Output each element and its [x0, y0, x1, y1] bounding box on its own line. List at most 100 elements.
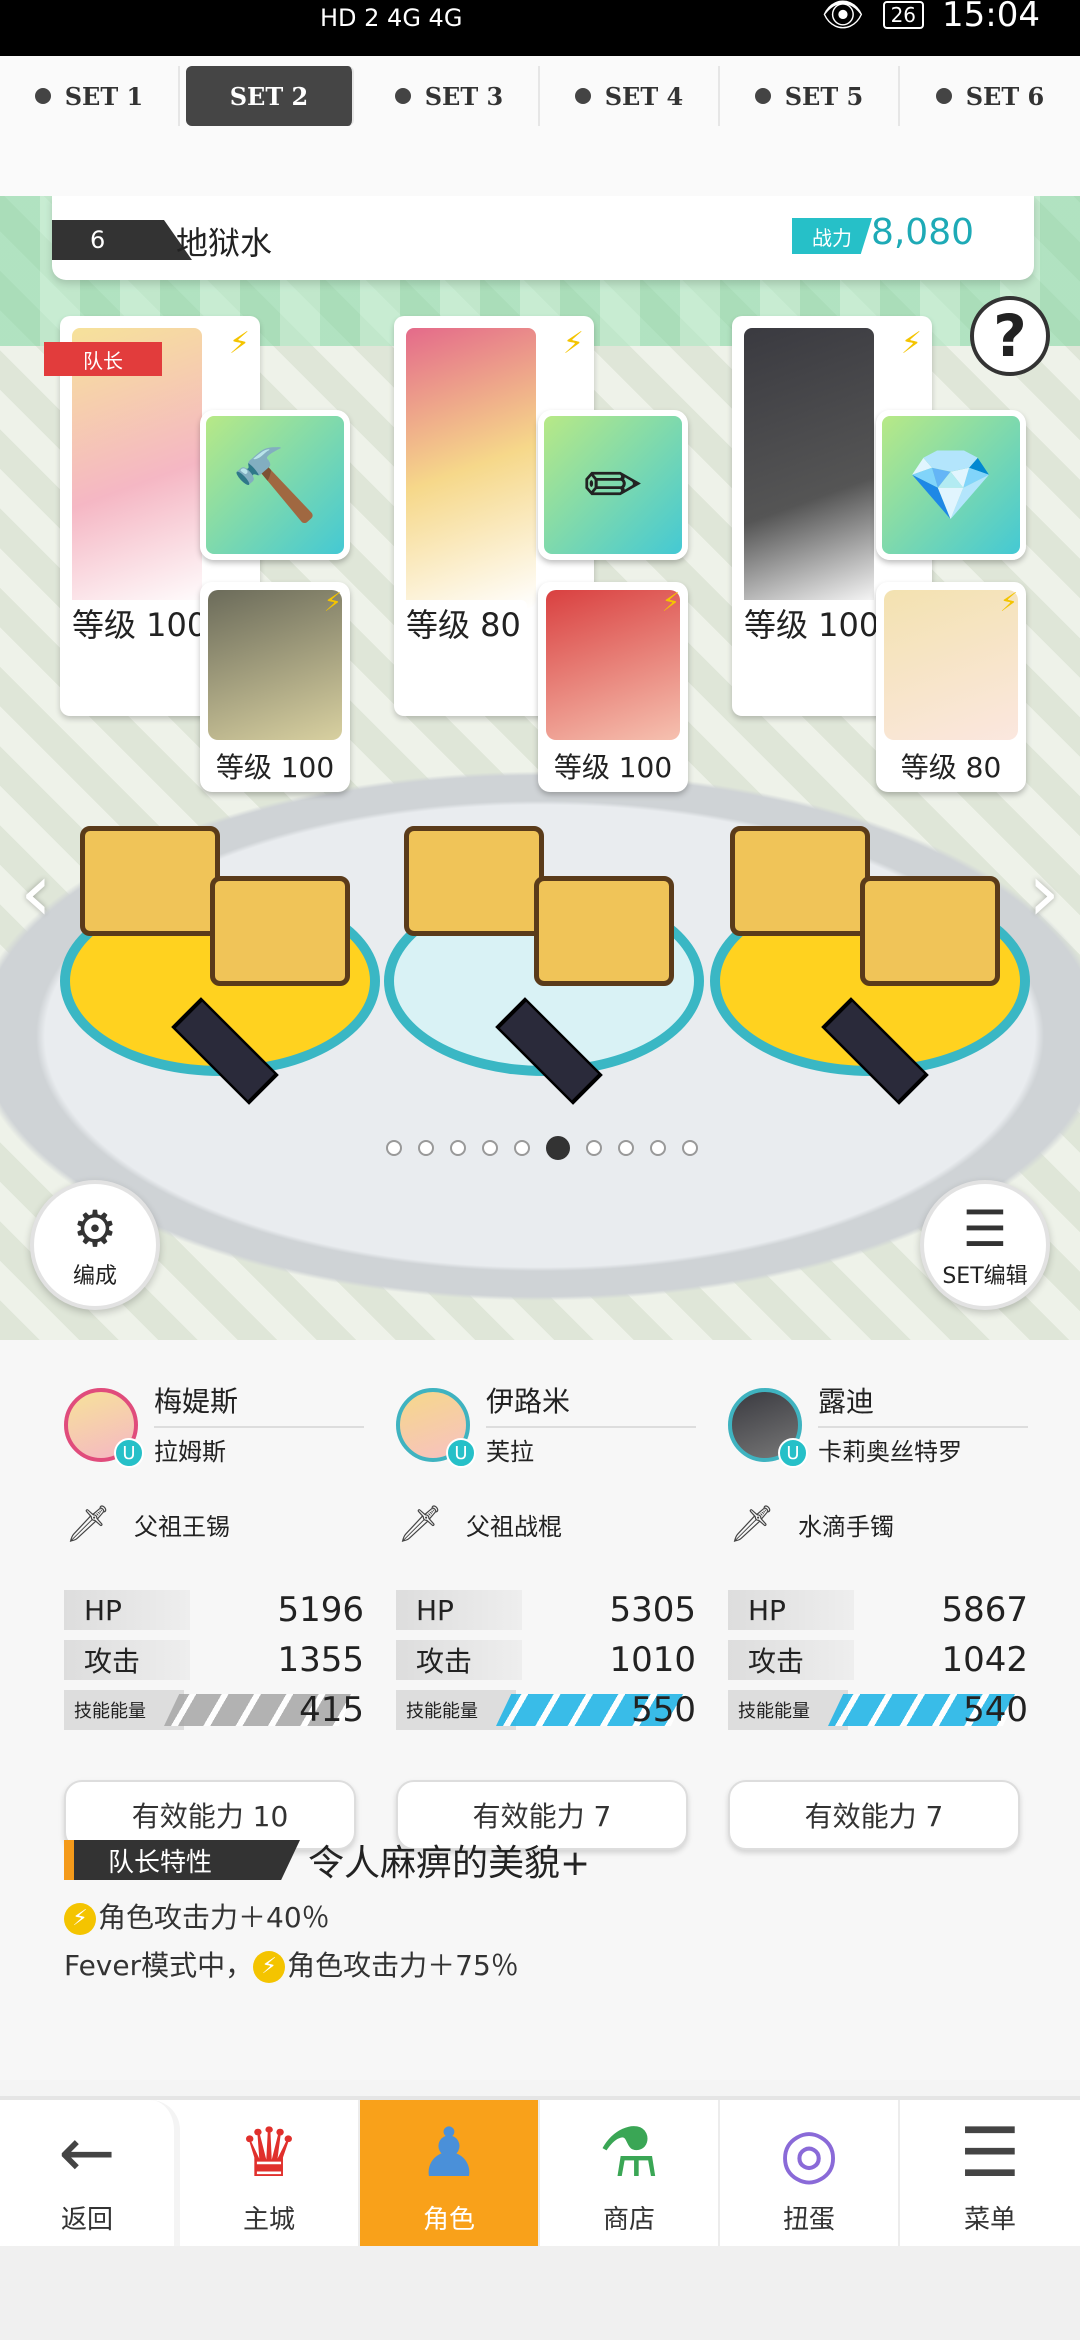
page-dot[interactable]	[514, 1140, 530, 1156]
badge-icon: U	[446, 1438, 476, 1468]
eye-icon: 👁	[821, 0, 865, 35]
hp-value: 5196	[277, 1590, 364, 1630]
attack-value: 1010	[609, 1640, 696, 1680]
member-sub-name: 卡莉奥丝特罗	[818, 1426, 1028, 1467]
weapon-bracelet-icon[interactable]: 💎	[876, 410, 1026, 560]
lightning-icon: ⚡	[64, 1903, 96, 1935]
weapon-icon: 🗡	[397, 1504, 443, 1545]
nav-shop[interactable]: ⚗ 商店	[540, 2100, 720, 2250]
tab-set-4[interactable]: SET 4	[540, 66, 720, 126]
ability-button[interactable]: 有效能力 7	[728, 1780, 1020, 1850]
power-label: 战力	[792, 218, 872, 254]
sub-character-card-3[interactable]: ⚡ 等级 80	[876, 582, 1026, 792]
hp-label: HP	[64, 1590, 223, 1630]
pixel-character	[730, 826, 870, 936]
sub-character-card-2[interactable]: ⚡ 等级 100	[538, 582, 688, 792]
weapon-row[interactable]: 🗡 父祖战棍	[396, 1500, 562, 1548]
weapon-row[interactable]: 🗡 父祖王锡	[64, 1500, 230, 1548]
leader-skill-line-1: ⚡ 角色攻击力＋40％	[64, 1896, 330, 1936]
lightning-icon: ⚡	[253, 1951, 286, 1983]
power-value: 8,080	[870, 212, 974, 253]
nav-gacha[interactable]: ◎ 扭蛋	[720, 2100, 900, 2250]
tab-set-6[interactable]: SET 6	[900, 66, 1080, 126]
bottom-strip	[0, 2246, 1080, 2340]
weapon-icon: 🗡	[729, 1504, 775, 1545]
character-icon: ♟	[418, 2114, 480, 2193]
list-icon: ☰	[962, 1200, 1008, 1258]
attack-row: 攻击 1355	[64, 1640, 364, 1680]
hp-value: 5305	[609, 1590, 696, 1630]
pedestal-3[interactable]	[710, 796, 1030, 1105]
hp-row: HP 5867	[728, 1590, 1028, 1630]
leader-skill-line-2: Fever模式中， ⚡ 角色攻击力＋75％	[64, 1949, 519, 1983]
tab-set-5[interactable]: SET 5	[720, 66, 900, 126]
battery-indicator: 26	[882, 1, 925, 29]
page-dot-active[interactable]	[546, 1136, 570, 1160]
hp-row: HP 5196	[64, 1590, 364, 1630]
lightning-icon: ⚡	[900, 326, 922, 361]
sub-character-portrait	[208, 590, 342, 740]
pedestal-2[interactable]	[384, 796, 704, 1105]
page-dot[interactable]	[482, 1140, 498, 1156]
set-edit-button[interactable]: ☰ SET编辑	[920, 1180, 1050, 1310]
attack-label: 攻击	[64, 1640, 223, 1680]
lightning-icon: ⚡	[323, 588, 342, 618]
team-header: 6 地狱水 战力 8,080	[52, 196, 1034, 280]
status-bar: HD 2 4G 4G 👁 26 15:04	[0, 0, 1080, 56]
sub-character-level: 等级 100	[553, 751, 673, 784]
page-dot[interactable]	[650, 1140, 666, 1156]
team-name[interactable]: 地狱水	[176, 218, 272, 264]
hp-row: HP 5305	[396, 1590, 696, 1630]
sub-character-portrait	[884, 590, 1018, 740]
nav-back[interactable]: ← 返回	[0, 2100, 180, 2250]
page-dot[interactable]	[418, 1140, 434, 1156]
formation-button[interactable]: ⚙ 编成	[30, 1180, 160, 1310]
clock: 15:04	[942, 0, 1040, 35]
pedestal-1[interactable]	[60, 796, 380, 1105]
skill-energy-row: 技能能量 550	[396, 1690, 696, 1730]
weapon-icon: 🗡	[65, 1504, 111, 1545]
hp-value: 5867	[941, 1590, 1028, 1630]
skill-energy-value: 540	[963, 1690, 1028, 1730]
page-dot[interactable]	[618, 1140, 634, 1156]
arrow-left-icon[interactable]: ‹	[20, 846, 52, 939]
attack-row: 攻击 1010	[396, 1640, 696, 1680]
skill-energy-value: 415	[299, 1690, 364, 1730]
attack-label: 攻击	[728, 1640, 887, 1680]
nav-menu[interactable]: ☰ 菜单	[900, 2100, 1080, 2250]
dot-icon	[754, 88, 771, 104]
lightning-icon: ⚡	[562, 326, 584, 361]
page-dot[interactable]	[450, 1140, 466, 1156]
skill-energy-row: 技能能量 540	[728, 1690, 1028, 1730]
page-indicator	[386, 1136, 698, 1160]
leader-skill-title: 令人麻痹的美貌+	[308, 1843, 591, 1884]
member-name: 露迪	[818, 1385, 875, 1418]
page-dot[interactable]	[682, 1140, 698, 1156]
nav-character[interactable]: ♟ 角色	[360, 2100, 540, 2250]
character-level: 等级 100	[66, 600, 214, 646]
character-level: 等级 80	[400, 600, 527, 646]
page-dot[interactable]	[586, 1140, 602, 1156]
menu-icon: ☰	[959, 2114, 1021, 2193]
weapon-row[interactable]: 🗡 水滴手镯	[728, 1500, 894, 1548]
sub-character-card-1[interactable]: ⚡ 等级 100	[200, 582, 350, 792]
castle-icon: ♛	[238, 2114, 300, 2193]
set-tabs: SET 1 SET 2 SET 3 SET 4 SET 5 SET 6	[0, 66, 1080, 126]
gacha-icon: ◎	[779, 2114, 839, 2193]
character-level: 等级 100	[738, 600, 886, 646]
weapon-spear-icon[interactable]: ✏	[538, 410, 688, 560]
team-stage: 6 地狱水 战力 8,080 ? ⚡ 等级 100 队长 🔨 ⚡ 等级 100 …	[0, 196, 1080, 1340]
skill-energy-value: 550	[631, 1690, 696, 1730]
help-button[interactable]: ?	[970, 296, 1050, 376]
sub-character-level: 等级 100	[215, 751, 335, 784]
sub-character-portrait	[546, 590, 680, 740]
pixel-character	[80, 826, 220, 936]
weapon-staff-icon[interactable]: 🔨	[200, 410, 350, 560]
tab-set-2[interactable]: SET 2	[186, 66, 354, 126]
arrow-left-icon: ←	[58, 2114, 116, 2193]
page-dot[interactable]	[386, 1140, 402, 1156]
tab-set-1[interactable]: SET 1	[0, 66, 180, 126]
arrow-right-icon[interactable]: ›	[1028, 846, 1060, 939]
tab-set-3[interactable]: SET 3	[360, 66, 540, 126]
nav-home[interactable]: ♛ 主城	[180, 2100, 360, 2250]
